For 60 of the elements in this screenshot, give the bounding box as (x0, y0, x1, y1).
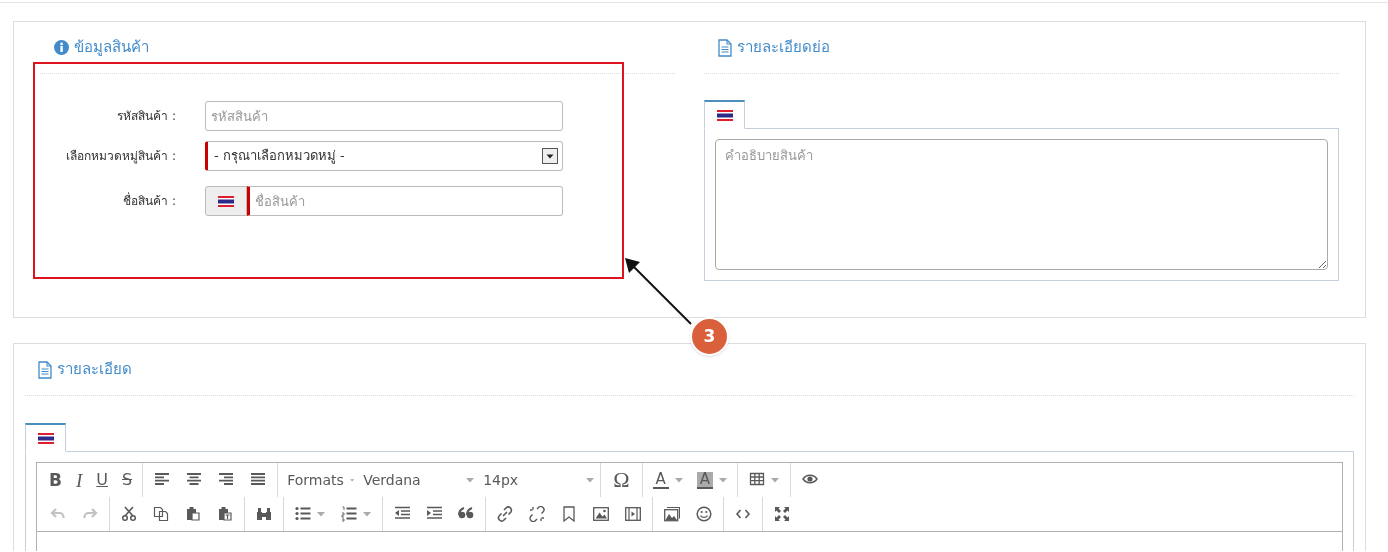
binoculars-icon (256, 506, 272, 522)
dropdown[interactable]: Verdana (357, 466, 478, 494)
info-icon (54, 40, 69, 55)
strikethrough-button[interactable]: S (115, 466, 140, 494)
broken-link-icon (529, 506, 545, 522)
flag-icon (716, 109, 733, 121)
document-icon (38, 360, 52, 379)
dropdown[interactable]: Formats (281, 466, 358, 494)
caret-icon (674, 477, 683, 483)
bullet-list-icon (295, 506, 311, 522)
section-title: รายละเอียด (57, 359, 132, 381)
caret-icon (317, 511, 325, 517)
text-input[interactable]: รหัสสินค้า (205, 101, 563, 131)
field-label: ชื่อสินค้า : (122, 192, 176, 210)
caret-icon (719, 477, 728, 483)
clipboard-text-icon (217, 506, 233, 522)
language-tab[interactable] (704, 100, 745, 129)
film-icon (625, 506, 641, 522)
table-icon (749, 472, 766, 488)
rich-text-editor[interactable]: B I U S Formats Verdana 14px Ω A A (36, 462, 1343, 551)
section-title: รายละเอียดย่อ (737, 37, 830, 59)
field-label: เลือกหมวดหมู่สินค้า : (65, 148, 176, 165)
flag-icon (218, 195, 234, 207)
description-textarea[interactable]: คำอธิบายสินค้า (715, 139, 1328, 270)
expand-icon (774, 506, 790, 522)
justify-icon (250, 472, 267, 488)
copy-icon (153, 506, 169, 522)
images-icon (664, 506, 680, 522)
smiley-icon (696, 506, 712, 522)
outdent-icon (394, 506, 410, 522)
bold-button[interactable]: B (42, 466, 69, 494)
underline-button[interactable]: U (89, 466, 115, 494)
special-character-button[interactable]: Ω (604, 466, 639, 494)
section-title: ข้อมูลสินค้า (74, 37, 149, 59)
caret-icon (771, 477, 780, 483)
indent-icon (426, 506, 442, 522)
caret-icon (586, 477, 595, 483)
caret-icon (363, 511, 371, 517)
align-left-icon (154, 472, 171, 488)
align-center-icon (186, 472, 203, 488)
clipboard-icon (185, 506, 201, 522)
image-icon (593, 506, 609, 522)
step-badge: 3 (690, 317, 729, 356)
category-select[interactable]: - กรุณาเลือกหมวดหมู่ - (205, 141, 563, 171)
caret-icon (466, 477, 475, 483)
annotation-arrow (625, 258, 692, 325)
number-list-icon (341, 506, 357, 522)
bookmark-icon (561, 506, 577, 522)
italic-button[interactable]: I (68, 466, 90, 494)
field-label: รหัสสินค้า : (116, 108, 176, 125)
scissors-icon (121, 506, 137, 522)
document-icon (718, 38, 732, 57)
dropdown[interactable]: 14px (477, 466, 598, 494)
flag-icon (37, 432, 54, 444)
align-right-icon (218, 472, 235, 488)
text-input[interactable]: ชื่อสินค้า (247, 186, 563, 216)
link-icon (497, 506, 513, 522)
caret-icon (349, 477, 355, 483)
text-color-button[interactable]: A (645, 466, 690, 494)
language-tab[interactable] (25, 423, 66, 452)
